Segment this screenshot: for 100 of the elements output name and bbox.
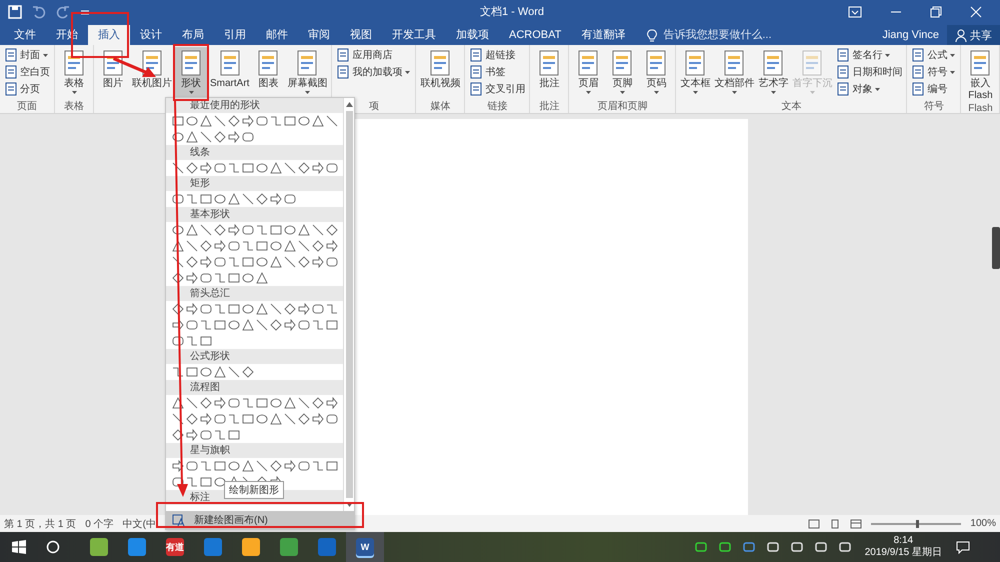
ribbon-button[interactable]: 应用商店 xyxy=(335,47,412,63)
ribbon-button[interactable]: 表格 xyxy=(58,47,90,99)
read-mode-icon[interactable] xyxy=(808,518,820,528)
group-label: 表格 xyxy=(64,101,84,112)
window-title: 文档1 - Word xyxy=(479,4,545,19)
scroll-up-icon[interactable] xyxy=(344,100,354,109)
ribbon-tab[interactable]: ACROBAT xyxy=(499,25,572,45)
ribbon-tab[interactable]: 视图 xyxy=(340,25,382,45)
ribbon-tab[interactable]: 邮件 xyxy=(256,25,298,45)
shape-gallery-drawing[interactable] xyxy=(170,191,297,207)
section-heading: 星与旗帜 xyxy=(166,443,343,458)
ribbon-tab[interactable]: 文件 xyxy=(4,25,46,45)
ribbon-button[interactable]: SmartArt xyxy=(209,47,250,99)
document-icon xyxy=(836,48,850,62)
section-heading: 箭头总汇 xyxy=(166,286,343,301)
ribbon-button[interactable]: 文档部件 xyxy=(713,47,756,99)
document-icon xyxy=(4,48,18,62)
ribbon-tab[interactable]: 加载项 xyxy=(446,25,499,45)
document-icon xyxy=(911,65,926,79)
ribbon-button[interactable]: 空白页 xyxy=(3,64,51,80)
document-icon xyxy=(4,65,18,79)
app-icon[interactable]: 有道 xyxy=(166,538,184,556)
notification-icon[interactable] xyxy=(956,540,970,554)
tray-app-icon[interactable] xyxy=(718,541,731,553)
redo-icon[interactable] xyxy=(56,4,70,18)
search-icon[interactable] xyxy=(46,540,60,554)
ribbon-tab[interactable]: 插入 xyxy=(88,25,130,45)
app-icon[interactable]: W xyxy=(356,538,374,556)
web-layout-icon[interactable] xyxy=(850,518,862,528)
person-icon xyxy=(955,28,967,42)
group-label: 文本 xyxy=(781,101,802,112)
save-icon[interactable] xyxy=(8,4,22,18)
ribbon-tab[interactable]: 设计 xyxy=(130,25,172,45)
ribbon-tab[interactable]: 审阅 xyxy=(298,25,340,45)
ribbon-button[interactable]: 艺术字 xyxy=(757,47,790,99)
ribbon-button[interactable]: 页脚 xyxy=(606,47,638,99)
group-label: 链接 xyxy=(487,101,508,112)
ribbon-button[interactable]: 对象 xyxy=(835,81,904,97)
windows-start-icon[interactable] xyxy=(12,540,26,554)
print-layout-icon[interactable] xyxy=(829,518,842,528)
group-label: Flash xyxy=(968,103,993,114)
document-icon xyxy=(336,48,350,62)
ribbon-button[interactable]: 联机视频 xyxy=(419,47,462,99)
ribbon-tab[interactable]: 开发工具 xyxy=(382,25,446,45)
zoom-level[interactable]: 100% xyxy=(970,518,996,529)
share-button[interactable]: 共享 xyxy=(947,25,1000,45)
zoom-slider-thumb[interactable] xyxy=(916,520,920,528)
ribbon-button[interactable]: 形状 xyxy=(175,47,207,99)
ribbon-button[interactable]: 交叉引用 xyxy=(468,81,526,97)
ribbon-tab[interactable]: 布局 xyxy=(172,25,214,45)
clock-time[interactable]: 8:14 xyxy=(894,535,914,547)
clock-date[interactable]: 2019/9/15 星期日 xyxy=(864,547,942,559)
group-label: 媒体 xyxy=(430,101,450,112)
lightbulb-icon xyxy=(647,28,658,42)
shape-gallery-drawing[interactable] xyxy=(170,160,339,176)
status-text: 第 1 页，共 1 页 xyxy=(4,518,76,530)
group-label: 符号 xyxy=(924,101,944,112)
close-icon[interactable] xyxy=(970,6,982,18)
app-icon[interactable] xyxy=(242,538,260,556)
document-icon xyxy=(336,65,350,79)
ribbon-button[interactable]: 嵌入 Flash xyxy=(964,47,996,103)
ribbon-tab[interactable]: 引用 xyxy=(214,25,256,45)
canvas-icon xyxy=(172,514,186,526)
group-label: 项 xyxy=(368,101,379,112)
shape-gallery-drawing[interactable] xyxy=(170,364,255,380)
ribbon-button[interactable]: 封面 xyxy=(3,47,51,63)
ribbon-button[interactable]: 编号 xyxy=(910,81,958,97)
section-heading: 矩形 xyxy=(166,176,343,191)
ribbon-button[interactable]: 屏幕截图 xyxy=(286,47,328,99)
group-label: 页眉和页脚 xyxy=(597,101,648,112)
ribbon-button[interactable]: 页眉 xyxy=(572,47,604,99)
restore-icon[interactable] xyxy=(930,6,942,18)
ribbon-button[interactable]: 书签 xyxy=(468,64,526,80)
document-icon xyxy=(911,82,926,96)
status-text: 0 个字 xyxy=(85,518,114,530)
ribbon-tab[interactable]: 有道翻译 xyxy=(571,25,636,45)
ribbon-button[interactable]: 签名行 xyxy=(835,47,904,63)
undo-icon[interactable] xyxy=(32,4,46,18)
ribbon-button[interactable]: 符号 xyxy=(910,64,958,80)
shape-gallery-drawing[interactable] xyxy=(170,222,339,286)
section-heading: 线条 xyxy=(166,145,343,160)
scrollbar-thumb[interactable] xyxy=(992,227,1000,269)
ribbon-button[interactable]: 批注 xyxy=(533,47,566,99)
ribbon-button[interactable]: 文本框 xyxy=(679,47,712,99)
ribbon-button[interactable]: 图片 xyxy=(97,47,129,99)
ribbon-display-icon[interactable] xyxy=(848,6,862,18)
ribbon-button[interactable]: 公式 xyxy=(910,47,958,63)
shape-gallery-drawing[interactable] xyxy=(170,113,339,145)
ribbon-button[interactable]: 日期和时间 xyxy=(835,64,904,80)
ribbon-button[interactable]: 我的加载项 xyxy=(335,64,412,80)
ribbon-button[interactable]: 分页 xyxy=(3,81,51,97)
app-icon[interactable] xyxy=(90,538,108,556)
ribbon-button[interactable]: 超链接 xyxy=(468,47,526,63)
group-label: 页面 xyxy=(17,101,37,112)
tray-app-icon[interactable] xyxy=(694,541,707,553)
shape-gallery-drawing[interactable] xyxy=(170,395,339,443)
tell-me-field[interactable]: 告诉我您想要做什么... xyxy=(647,25,816,45)
ribbon-button[interactable]: 图表 xyxy=(252,47,284,99)
scrollbar-thumb[interactable] xyxy=(346,111,352,498)
ribbon-button[interactable]: 页码 xyxy=(640,47,672,99)
